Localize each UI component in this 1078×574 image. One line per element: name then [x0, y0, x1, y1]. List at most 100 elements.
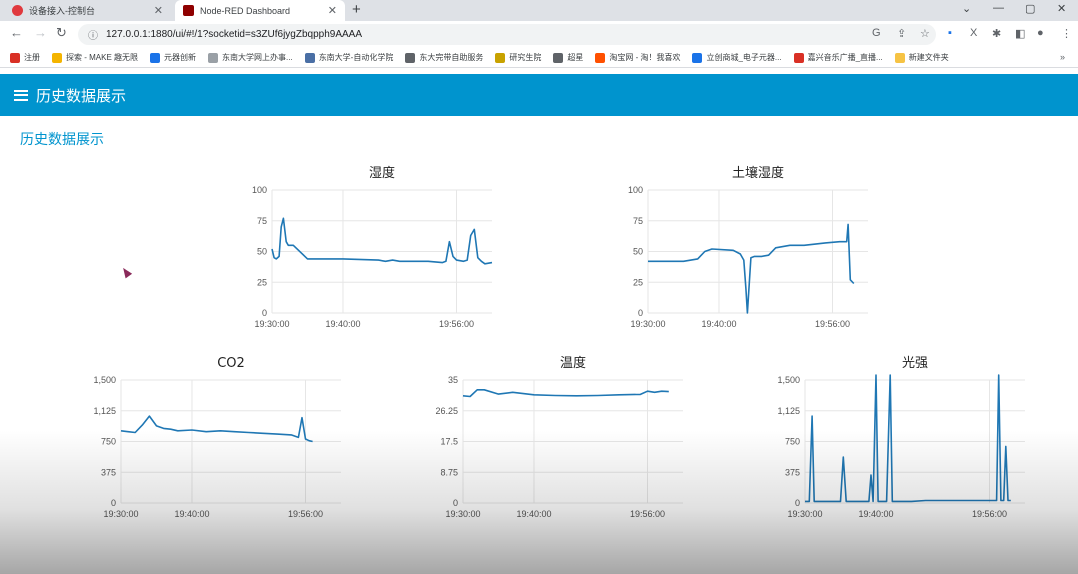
bookmark-label: 探索 - MAKE 趣无限 [66, 53, 139, 62]
bookmark-label: 研究生院 [509, 53, 542, 62]
y-tick-label: 25 [257, 277, 267, 287]
bookmark-item[interactable]: 研究生院 [495, 52, 541, 63]
chart-humidity: 湿度 0 25 50 75 100 19:30:00 19:40:00 19:56:00 [237, 160, 507, 340]
chart-title: CO2 [217, 356, 245, 371]
chart-svg: 土壤湿度 0 25 50 75 100 19:30:00 19:40:00 19:56:00 [628, 165, 868, 329]
site-info-icon[interactable]: ⓘ [88, 27, 98, 42]
bookmark-label: 东大完带自助服务 [419, 53, 484, 62]
bookmark-label: 超星 [567, 53, 584, 62]
forward-icon[interactable]: → [34, 25, 47, 40]
bookmark-item[interactable]: 东南大学网上办事... [208, 52, 293, 63]
browser-tab-strip: 设备接入-控制台 ✕ Node-RED Dashboard ✕ + ⌄ — ▢ … [0, 0, 1078, 21]
more-bookmarks-icon[interactable]: » [1060, 52, 1065, 62]
y-tick-label: 100 [252, 185, 267, 195]
y-tick-label: 0 [262, 308, 267, 318]
y-tick-label: 0 [795, 498, 800, 508]
x-tick-label: 19:40:00 [701, 319, 736, 329]
bookmark-item[interactable]: 超星 [553, 52, 583, 63]
bookmark-item[interactable]: 注册 [10, 52, 40, 63]
bookmark-item[interactable]: 新建文件夹 [894, 52, 949, 63]
restore-icon[interactable]: ▢ [1025, 2, 1035, 15]
bookmark-favicon-icon [692, 52, 703, 63]
y-tick-label: 75 [633, 216, 643, 226]
chart-title: 光强 [902, 356, 928, 371]
tab-label: 设备接入-控制台 [29, 6, 95, 16]
bookmark-item[interactable]: 嘉兴音乐广播_直播... [793, 52, 883, 63]
extension-icon[interactable]: ▪ [948, 27, 952, 39]
bookmark-label: 东南大学网上办事... [222, 53, 293, 62]
series-line [648, 223, 855, 314]
bookmark-item[interactable]: 淘宝网 - 淘！我喜欢 [595, 52, 680, 63]
y-tick-label: 375 [101, 467, 116, 477]
back-icon[interactable]: ← [10, 25, 23, 40]
chart-svg: 光强 0 375 750 1,125 1,500 19:30:00 19:40:00 19:56… [777, 356, 1025, 519]
bookmark-label: 嘉兴音乐广播_直播... [807, 53, 883, 62]
bookmark-item[interactable]: 元器创新 [150, 52, 196, 63]
y-tick-label: 17.5 [440, 437, 458, 447]
bookmark-label: 淘宝网 - 淘！我喜欢 [609, 53, 681, 62]
browser-menu-icon[interactable]: ⋮ [1061, 27, 1072, 40]
bookmark-star-icon[interactable]: ☆ [920, 27, 930, 40]
browser-tab-console[interactable]: 设备接入-控制台 ✕ [6, 0, 171, 21]
bookmark-favicon-icon [150, 52, 161, 63]
google-lens-icon[interactable]: G [872, 27, 881, 39]
x-tick-label: 19:40:00 [858, 509, 893, 519]
dashboard-title: 历史数据展示 [36, 87, 127, 105]
chart-co2: CO2 0 375 750 1,125 1,500 19:30:00 19:40:00 19:5… [86, 350, 356, 530]
bookmark-favicon-icon [793, 52, 804, 63]
x-tick-label: 19:56:00 [630, 509, 665, 519]
share-icon[interactable]: ⇪ [897, 27, 906, 40]
y-tick-label: 1,500 [777, 375, 800, 385]
x-tick-label: 19:40:00 [516, 509, 551, 519]
x-tick-label: 19:30:00 [103, 509, 138, 519]
tab-label: Node-RED Dashboard [200, 5, 291, 16]
new-tab-icon[interactable]: + [352, 1, 361, 18]
bookmark-item[interactable]: 立创商城_电子元器... [692, 52, 782, 63]
browser-tab-node-red[interactable]: Node-RED Dashboard ✕ [175, 0, 345, 21]
huawei-favicon-icon [12, 5, 23, 16]
x-tick-label: 19:30:00 [254, 319, 289, 329]
x-tick-label: 19:56:00 [288, 509, 323, 519]
dashboard-header: 历史数据展示 [0, 74, 1078, 116]
bookmark-favicon-icon [894, 52, 905, 63]
x-tick-label: 19:30:00 [787, 509, 822, 519]
bookmark-favicon-icon [208, 52, 219, 63]
browser-toolbar: ← → ↻ ⓘ 127.0.0.1:1880/ui/#!/1?socketid=… [0, 21, 1078, 48]
bookmark-favicon-icon [10, 52, 20, 63]
extensions-puzzle-icon[interactable]: ✱ [992, 27, 1001, 40]
minimize-icon[interactable]: — [993, 2, 1004, 14]
close-tab-icon[interactable]: ✕ [154, 4, 163, 17]
y-tick-label: 100 [628, 185, 643, 195]
bookmark-item[interactable]: 东大完带自助服务 [405, 52, 483, 63]
series-line [120, 415, 313, 443]
series-line [805, 374, 1011, 503]
bookmarks-bar: 注册 探索 - MAKE 趣无限 元器创新 东南大学网上办事... 东南大学-自动化学院… [0, 48, 1078, 68]
y-tick-label: 1,125 [93, 406, 116, 416]
y-tick-label: 1,500 [93, 375, 116, 385]
tab-search-icon[interactable]: ⌄ [962, 2, 971, 15]
y-tick-label: 0 [111, 498, 116, 508]
y-tick-label: 8.75 [440, 467, 458, 477]
series-line [462, 388, 669, 398]
window-close-icon[interactable]: ✕ [1057, 2, 1066, 15]
chart-svg: 温度 0 8.75 17.5 26.25 35 19:30:00 19:40:00 19:56:… [435, 355, 683, 519]
x-tick-label: 19:56:00 [972, 509, 1007, 519]
address-bar[interactable]: ⓘ 127.0.0.1:1880/ui/#!/1?socketid=s3ZUf6… [78, 24, 936, 45]
close-tab-icon[interactable]: ✕ [328, 4, 337, 17]
y-tick-label: 25 [633, 277, 643, 287]
extension-x-icon[interactable]: X [970, 27, 977, 39]
bookmark-favicon-icon [405, 52, 416, 63]
bookmark-item[interactable]: 东南大学-自动化学院 [304, 52, 394, 63]
reload-icon[interactable]: ↻ [56, 25, 67, 41]
x-tick-label: 19:56:00 [439, 319, 474, 329]
side-panel-icon[interactable]: ◧ [1015, 27, 1025, 40]
y-tick-label: 75 [257, 216, 267, 226]
hamburger-menu-icon[interactable] [14, 89, 28, 101]
bookmark-label: 新建文件夹 [908, 53, 949, 62]
y-tick-label: 50 [257, 247, 267, 257]
bookmark-item[interactable]: 探索 - MAKE 趣无限 [52, 52, 138, 63]
profile-avatar-icon[interactable]: ● [1037, 27, 1044, 39]
x-tick-label: 19:40:00 [325, 319, 360, 329]
bookmark-label: 东南大学-自动化学院 [318, 53, 394, 62]
x-tick-label: 19:30:00 [630, 319, 665, 329]
